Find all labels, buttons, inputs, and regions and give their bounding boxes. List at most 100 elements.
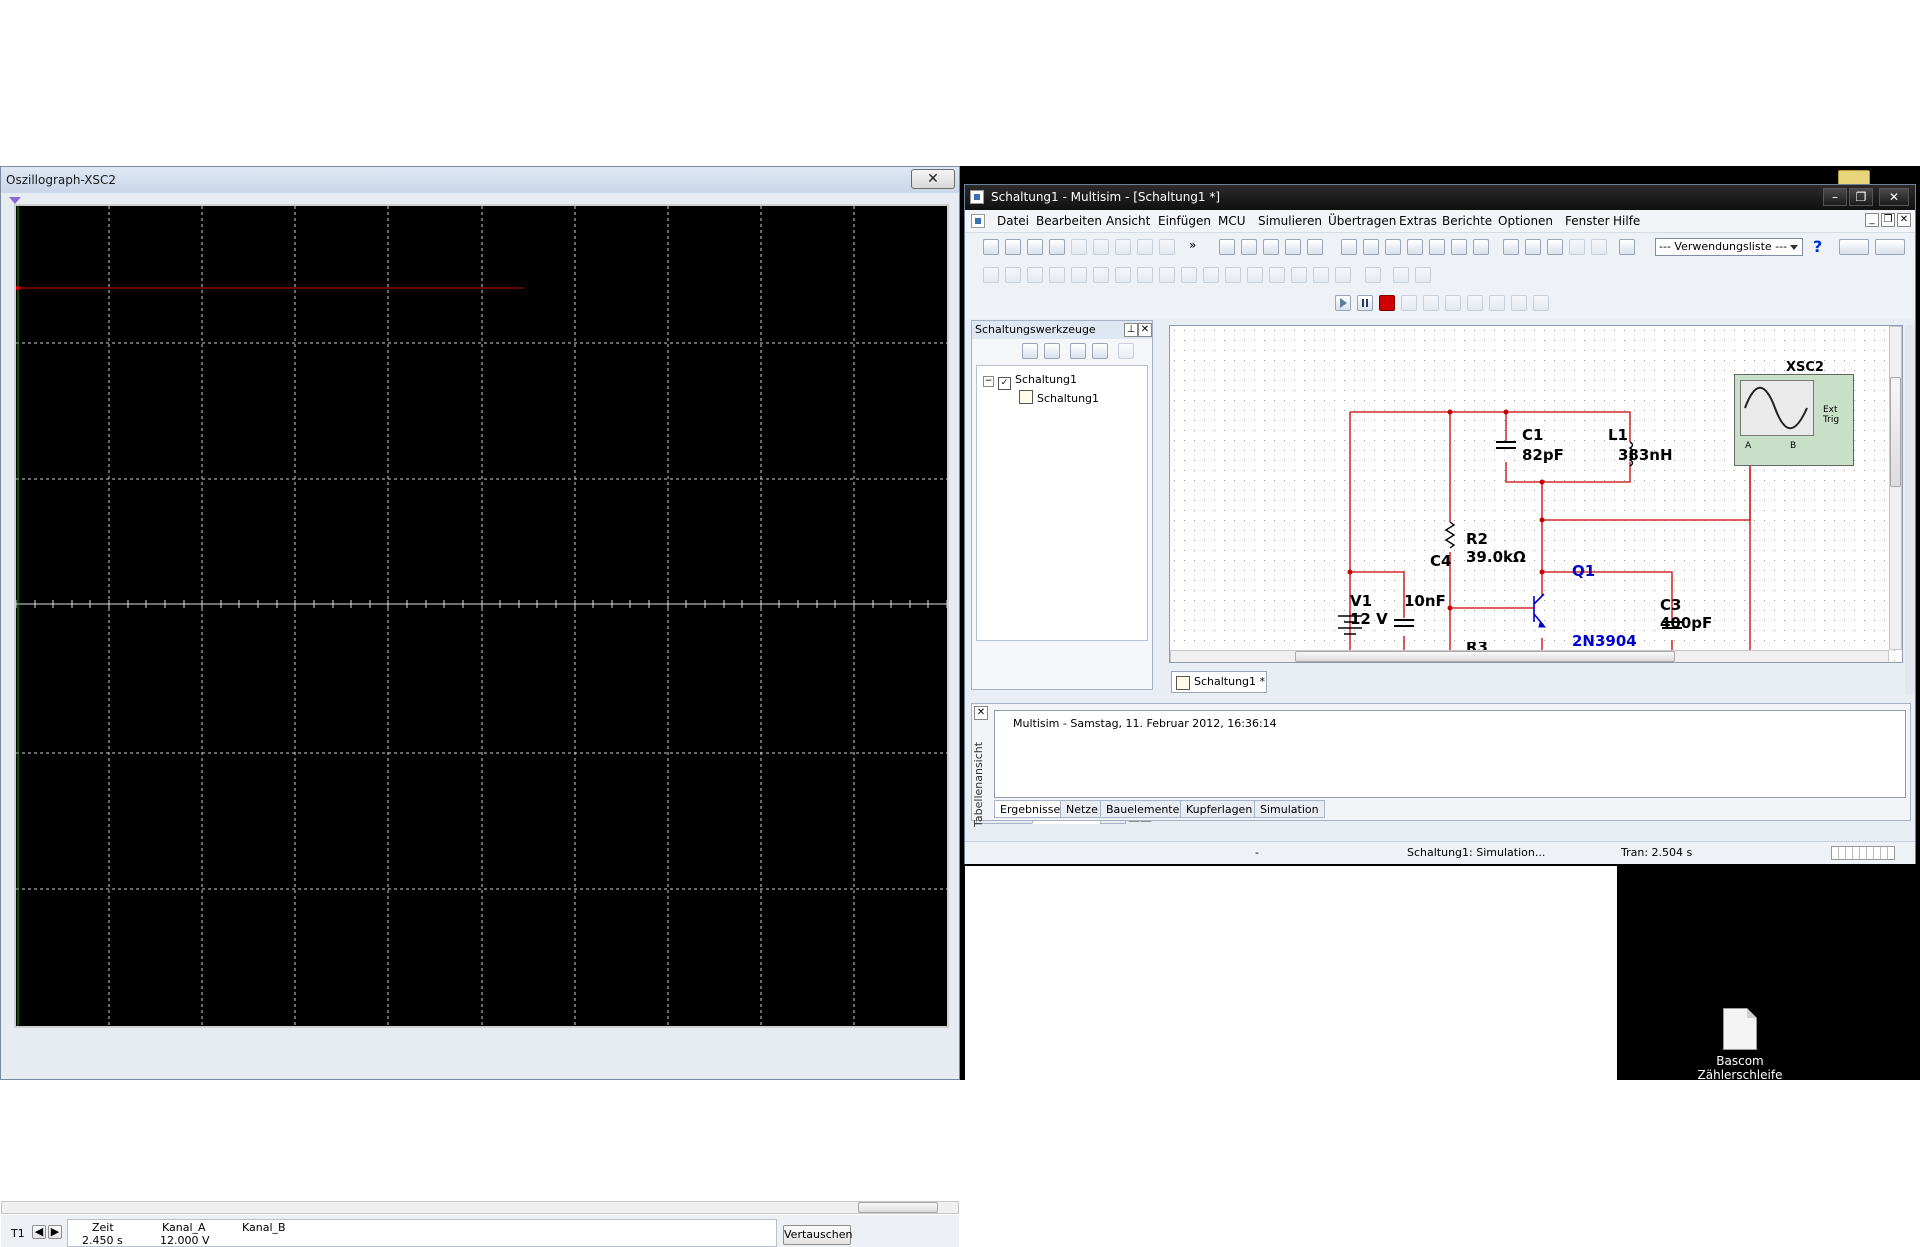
- toolbox-close-sheet-icon[interactable]: [1092, 343, 1108, 359]
- transfer-icon[interactable]: [1619, 239, 1635, 255]
- analysis-dropdown-icon[interactable]: [1473, 239, 1489, 255]
- open-samples-icon[interactable]: [1027, 239, 1043, 255]
- menu-mcu[interactable]: MCU: [1218, 214, 1246, 228]
- menu-simulieren[interactable]: Simulieren: [1258, 214, 1322, 228]
- database-icon[interactable]: [1429, 239, 1445, 255]
- place-transistor-icon[interactable]: [1049, 267, 1065, 283]
- place-source-icon[interactable]: [983, 267, 999, 283]
- open-folder-icon[interactable]: [1005, 239, 1021, 255]
- schematic-hscrollbar[interactable]: [1170, 650, 1889, 662]
- oscilloscope-hscrollbar[interactable]: [1, 1201, 959, 1214]
- oscilloscope-hscroll-thumb[interactable]: [858, 1202, 938, 1213]
- copy-icon[interactable]: [1137, 239, 1153, 255]
- maximize-button[interactable]: ❐: [1849, 188, 1873, 206]
- save-icon[interactable]: [1049, 239, 1065, 255]
- search-icon[interactable]: [1341, 239, 1357, 255]
- tab-simulation[interactable]: Simulation: [1254, 800, 1325, 818]
- electrical-rules-icon[interactable]: [1503, 239, 1519, 255]
- postprocessor-icon[interactable]: [1451, 239, 1467, 255]
- place-ni-icon[interactable]: [1291, 267, 1307, 283]
- run-to-cursor-icon[interactable]: [1489, 295, 1505, 311]
- menu-fenster[interactable]: Fenster: [1565, 214, 1610, 228]
- forward-annotate-icon[interactable]: [1591, 239, 1607, 255]
- spreadsheet-close-button[interactable]: ✕: [974, 706, 988, 720]
- component-icon[interactable]: [1363, 239, 1379, 255]
- toolbox-pin-button[interactable]: ⊥: [1124, 323, 1138, 337]
- print-preview-icon[interactable]: [1093, 239, 1109, 255]
- oscilloscope-close-button[interactable]: ✕: [911, 169, 955, 189]
- document-menu-icon[interactable]: [971, 214, 985, 228]
- place-basic-icon[interactable]: [1005, 267, 1021, 283]
- menu-hilfe[interactable]: Hilfe: [1613, 214, 1640, 228]
- zoom-fit-icon[interactable]: [1307, 239, 1323, 255]
- toggle-breakpoint-icon[interactable]: [1511, 295, 1527, 311]
- menu-optionen[interactable]: Optionen: [1498, 214, 1553, 228]
- schematic-canvas[interactable]: Ext Trig A B XSC2 C1 82pF L1 383nH R2 39…: [1169, 325, 1903, 663]
- help-icon[interactable]: ?: [1813, 237, 1822, 256]
- tree-item-root[interactable]: − ✓ Schaltung1: [983, 372, 1077, 390]
- tab-netze[interactable]: Netze: [1060, 800, 1104, 818]
- step-over-icon[interactable]: [1445, 295, 1461, 311]
- schematic-vscroll-thumb[interactable]: [1890, 377, 1901, 487]
- place-offpage-icon[interactable]: [1393, 267, 1409, 283]
- cut-icon[interactable]: [1115, 239, 1131, 255]
- place-junction-icon[interactable]: [1415, 267, 1431, 283]
- multisim-app-icon[interactable]: [970, 190, 984, 204]
- zoom-area-icon[interactable]: [1285, 239, 1301, 255]
- place-hierarchical-icon[interactable]: [1335, 267, 1351, 283]
- usage-list-dropdown[interactable]: --- Verwendungsliste ---: [1655, 238, 1803, 256]
- place-power-icon[interactable]: [1181, 267, 1197, 283]
- schematic-hscroll-thumb[interactable]: [1295, 651, 1675, 662]
- trigger-marker-icon[interactable]: [9, 197, 21, 204]
- toolbox-save-icon[interactable]: [1070, 343, 1086, 359]
- toolbar-overflow-icon[interactable]: »: [1189, 238, 1196, 252]
- place-indicator-icon[interactable]: [1159, 267, 1175, 283]
- mdi-restore-button[interactable]: ❐: [1881, 213, 1895, 227]
- grapher-icon[interactable]: [1385, 239, 1401, 255]
- toolbox-new-icon[interactable]: [1022, 343, 1038, 359]
- cursor-left-arrow-icon[interactable]: ◀: [32, 1225, 46, 1239]
- mdi-close-button[interactable]: ✕: [1897, 213, 1911, 227]
- place-mcu-icon[interactable]: [1225, 267, 1241, 283]
- menu-extras[interactable]: Extras: [1399, 214, 1437, 228]
- multisim-titlebar[interactable]: Schaltung1 - Multisim - [Schaltung1 *] –…: [965, 185, 1915, 210]
- cursor-right-arrow-icon[interactable]: ▶: [48, 1225, 62, 1239]
- place-diode-icon[interactable]: [1027, 267, 1043, 283]
- close-button[interactable]: ✕: [1879, 188, 1909, 206]
- step-out-icon[interactable]: [1467, 295, 1483, 311]
- checkbox-icon[interactable]: ✓: [998, 377, 1011, 390]
- place-ttl-icon[interactable]: [1093, 267, 1109, 283]
- menu-datei[interactable]: Datei: [997, 214, 1029, 228]
- step-into-icon[interactable]: [1423, 295, 1439, 311]
- tab-kupferlagen[interactable]: Kupferlagen: [1180, 800, 1259, 818]
- run-simulation-icon[interactable]: [1335, 295, 1351, 311]
- oscilloscope-titlebar[interactable]: Oszillograph-XSC2 ✕: [1, 167, 959, 193]
- menu-berichte[interactable]: Berichte: [1442, 214, 1492, 228]
- place-misc-icon[interactable]: [1203, 267, 1219, 283]
- place-mixed-icon[interactable]: [1137, 267, 1153, 283]
- tab-bauelemente[interactable]: Bauelemente: [1100, 800, 1186, 818]
- place-bus-icon[interactable]: [1365, 267, 1381, 283]
- tab-ergebnisse[interactable]: Ergebnisse: [994, 800, 1067, 818]
- zoom-out-icon[interactable]: [1263, 239, 1279, 255]
- menu-bearbeiten[interactable]: Bearbeiten: [1036, 214, 1102, 228]
- print-icon[interactable]: [1071, 239, 1087, 255]
- pause-view-icon[interactable]: [1875, 239, 1905, 255]
- zoom-in-icon[interactable]: [1241, 239, 1257, 255]
- tree-item-child[interactable]: Schaltung1: [1019, 390, 1099, 406]
- mdi-minimize-button[interactable]: _: [1865, 213, 1879, 227]
- spreadsheet-icon[interactable]: [1407, 239, 1423, 255]
- menu-ansicht[interactable]: Ansicht: [1106, 214, 1150, 228]
- paste-icon[interactable]: [1159, 239, 1175, 255]
- pause-simulation-icon[interactable]: [1357, 295, 1373, 311]
- minimize-button[interactable]: –: [1823, 188, 1847, 206]
- toolbox-close-button[interactable]: ✕: [1138, 323, 1152, 337]
- place-connector-icon[interactable]: [1313, 267, 1329, 283]
- swap-button[interactable]: Vertauschen: [783, 1225, 852, 1245]
- place-analog-icon[interactable]: [1071, 267, 1087, 283]
- ercs-clear-icon[interactable]: [1525, 239, 1541, 255]
- schematic-document-tab[interactable]: Schaltung1 *: [1171, 671, 1267, 693]
- schematic-vscrollbar[interactable]: [1889, 326, 1902, 650]
- oscilloscope-instrument-symbol[interactable]: Ext Trig A B: [1734, 374, 1854, 466]
- menu-uebertragen[interactable]: Übertragen: [1328, 214, 1396, 228]
